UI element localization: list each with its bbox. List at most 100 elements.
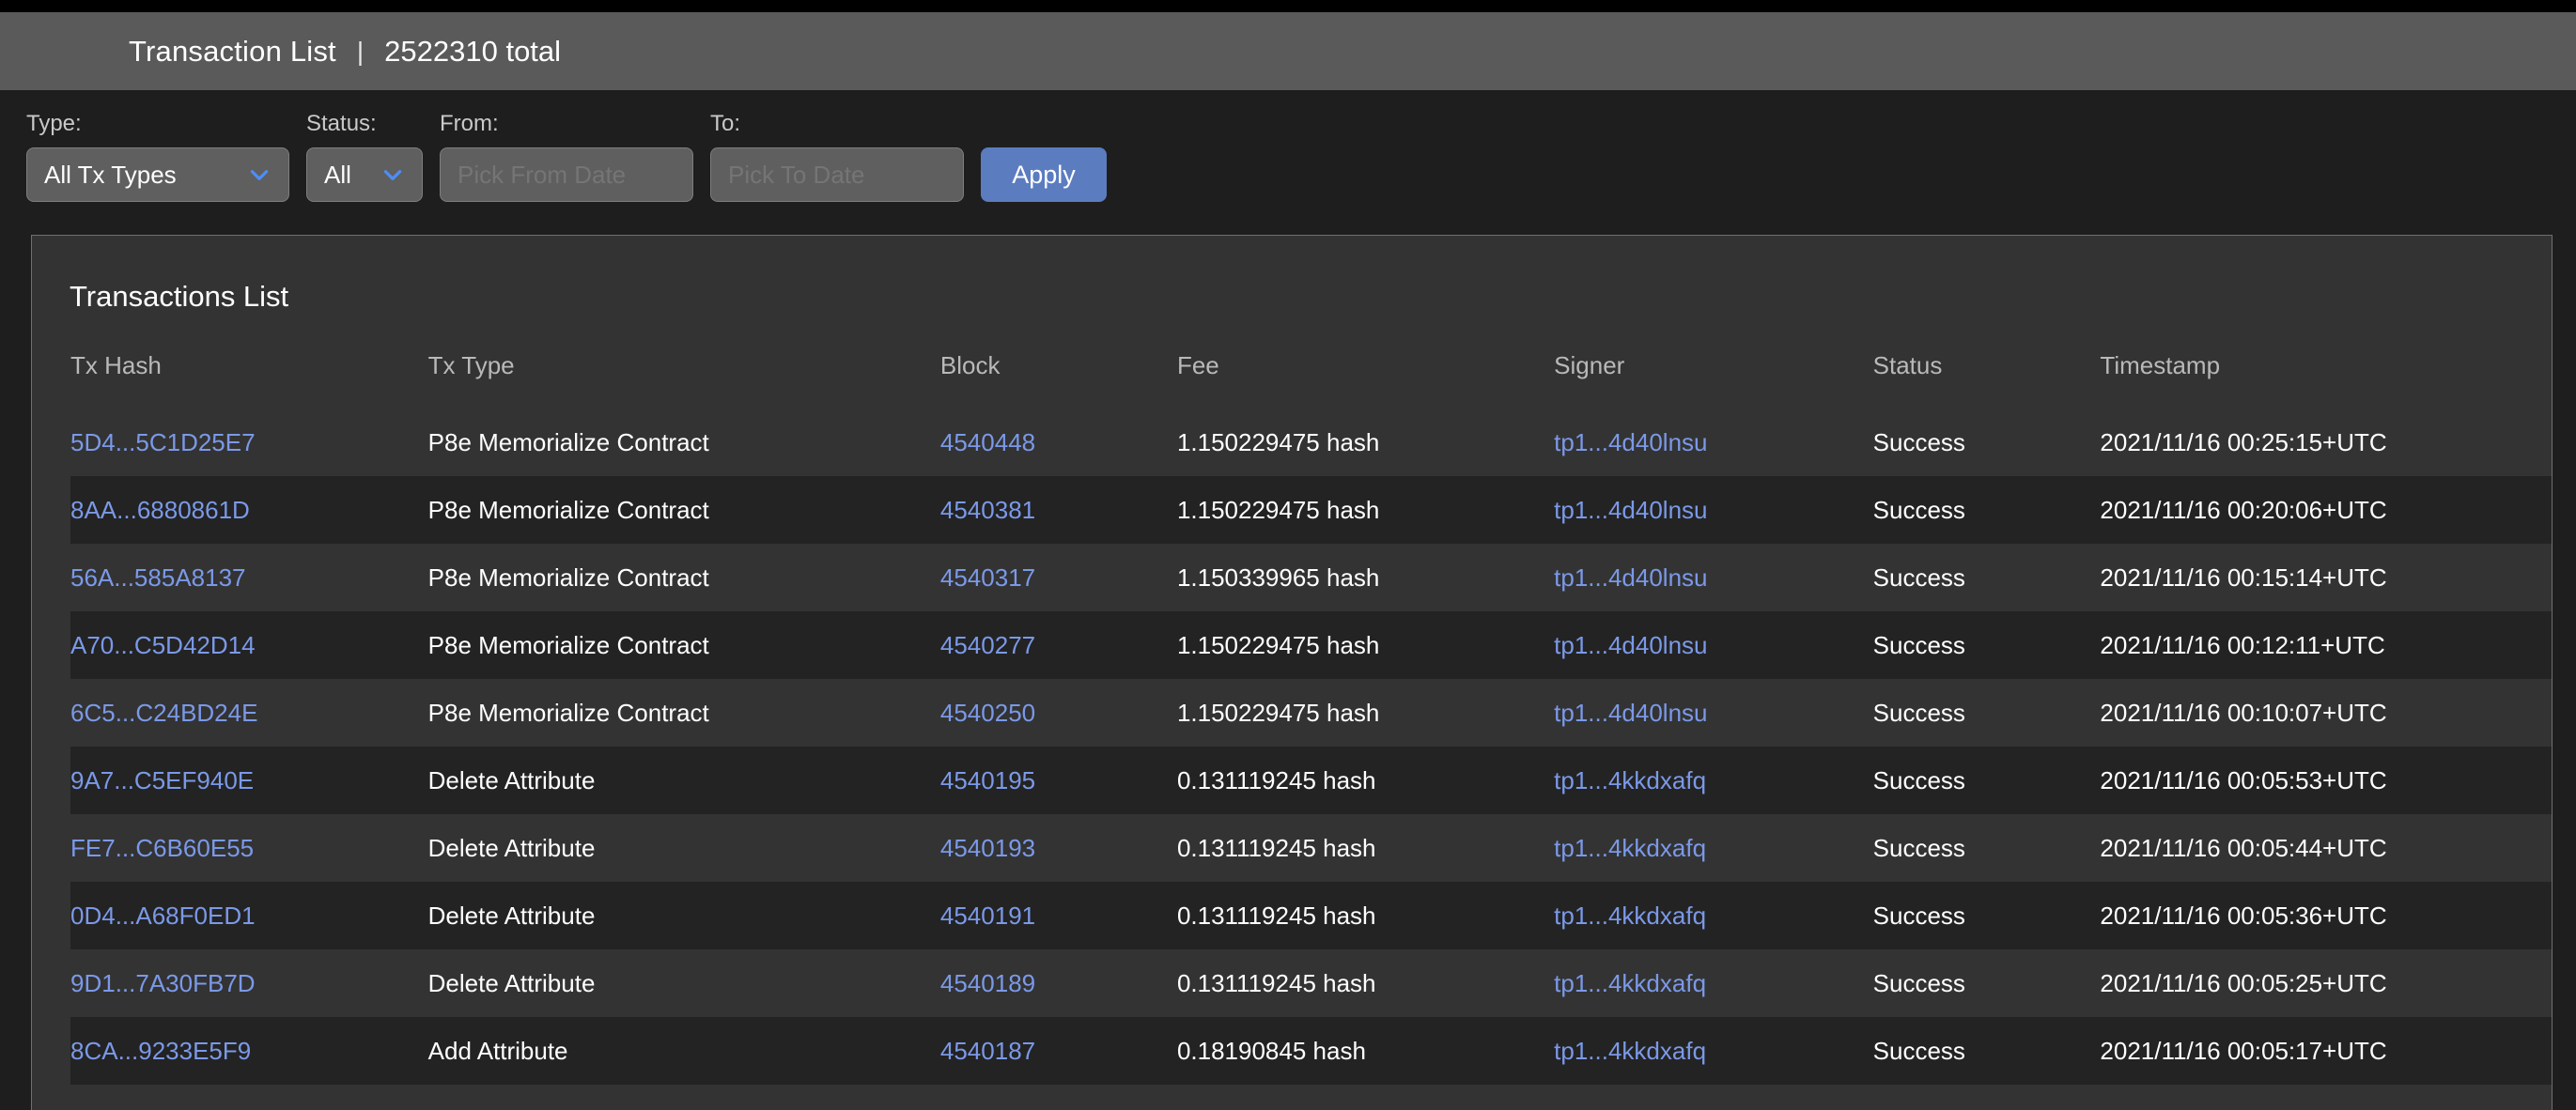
fee-cell: 0.18190845 hash	[1176, 1017, 1555, 1085]
to-date-label: To:	[710, 111, 741, 136]
window-top-strip	[0, 0, 2576, 12]
timestamp-cell: 2021/11/16 00:05:17+UTC	[2100, 1017, 2552, 1085]
filter-group-from: From:	[440, 111, 693, 202]
signer-link[interactable]: tp1...4kkdxafq	[1554, 1037, 1706, 1065]
timestamp-cell: 2021/11/16 00:05:44+UTC	[2100, 814, 2552, 882]
fee-cell: 1.150229475 hash	[1176, 476, 1555, 544]
status-cell: Success	[1872, 949, 2101, 1017]
signer-link-cell: tp1...4kkdxafq	[1554, 747, 1873, 814]
signer-link-cell: tp1...4d40lnsu	[1554, 409, 1873, 476]
tx-hash-link-cell: 6C5...C24BD24E	[70, 679, 428, 747]
filter-bar: Type: All Tx Types Status: All From: To:…	[0, 90, 2576, 224]
from-date-label: From:	[440, 111, 499, 136]
tx-type-cell: P8e Memorialize Contract	[427, 544, 940, 611]
tx-hash-link-cell: 0D4...A68F0ED1	[70, 882, 428, 949]
block-link[interactable]: 4540193	[940, 834, 1035, 862]
signer-link[interactable]: tp1...4kkdxafq	[1554, 834, 1706, 862]
fee-cell: 1.150229475 hash	[1176, 409, 1555, 476]
tx-hash-link[interactable]: 9A7...C5EF940E	[70, 766, 254, 794]
tx-type-cell: P8e Memorialize Contract	[427, 679, 940, 747]
status-cell: Success	[1872, 814, 2101, 882]
tx-hash-link-cell: A70...C5D42D14	[70, 611, 428, 679]
block-link-cell: 4540317	[939, 544, 1177, 611]
column-header-signer: Signer	[1554, 351, 1625, 379]
fee-cell: 0.131119245 hash	[1176, 949, 1555, 1017]
block-link-cell: 4540191	[939, 882, 1177, 949]
column-header-block: Block	[939, 351, 1001, 379]
signer-link-cell: tp1...4d40lnsu	[1554, 476, 1873, 544]
block-link[interactable]: 4540317	[940, 563, 1035, 592]
tx-hash-link[interactable]: 5D4...5C1D25E7	[70, 428, 256, 456]
table-header: Tx Hash Tx Type Block Fee Signer Status …	[70, 351, 2552, 409]
status-cell: Success	[1872, 476, 2101, 544]
filter-group-status: Status: All	[306, 111, 423, 202]
table-body: 5D4...5C1D25E7 P8e Memorialize Contract 45…	[70, 409, 2552, 1085]
signer-link[interactable]: tp1...4d40lnsu	[1554, 631, 1707, 659]
block-link[interactable]: 4540191	[940, 902, 1035, 930]
apply-filters-button[interactable]: Apply	[981, 147, 1107, 202]
block-link-cell: 4540187	[939, 1017, 1177, 1085]
status-cell: Success	[1872, 409, 2101, 476]
table-row: 8CA...9233E5F9 Add Attribute 4540187 0.1819…	[70, 1017, 2552, 1085]
chevron-down-icon	[380, 162, 405, 187]
column-header-fee: Fee	[1176, 351, 1219, 379]
signer-link[interactable]: tp1...4d40lnsu	[1554, 699, 1707, 727]
tx-hash-link[interactable]: A70...C5D42D14	[70, 631, 256, 659]
status-filter-value: All	[324, 160, 351, 189]
tx-hash-link[interactable]: 9D1...7A30FB7D	[70, 969, 256, 997]
table-row: 0D4...A68F0ED1 Delete Attribute 4540191 0.1…	[70, 882, 2552, 949]
tx-type-cell: P8e Memorialize Contract	[427, 611, 940, 679]
signer-link[interactable]: tp1...4kkdxafq	[1554, 766, 1706, 794]
header-separator: |	[356, 36, 365, 66]
timestamp-cell: 2021/11/16 00:20:06+UTC	[2100, 476, 2552, 544]
block-link-cell: 4540250	[939, 679, 1177, 747]
block-link-cell: 4540195	[939, 747, 1177, 814]
block-link[interactable]: 4540189	[940, 969, 1035, 997]
column-header-timestamp: Timestamp	[2100, 351, 2221, 379]
block-link-cell: 4540381	[939, 476, 1177, 544]
tx-hash-link[interactable]: 8AA...6880861D	[70, 496, 250, 524]
timestamp-cell: 2021/11/16 00:10:07+UTC	[2100, 679, 2552, 747]
tx-hash-link-cell: 8CA...9233E5F9	[70, 1017, 428, 1085]
timestamp-cell: 2021/11/16 00:05:25+UTC	[2100, 949, 2552, 1017]
tx-hash-link-cell: 9D1...7A30FB7D	[70, 949, 428, 1017]
tx-hash-link[interactable]: 6C5...C24BD24E	[70, 699, 257, 727]
signer-link[interactable]: tp1...4d40lnsu	[1554, 563, 1707, 592]
fee-cell: 0.131119245 hash	[1176, 882, 1555, 949]
block-link[interactable]: 4540250	[940, 699, 1035, 727]
tx-hash-link[interactable]: FE7...C6B60E55	[70, 834, 254, 862]
timestamp-cell: 2021/11/16 00:15:14+UTC	[2100, 544, 2552, 611]
signer-link-cell: tp1...4d40lnsu	[1554, 679, 1873, 747]
column-header-tx-type: Tx Type	[427, 351, 515, 379]
signer-link-cell: tp1...4d40lnsu	[1554, 611, 1873, 679]
tx-hash-link[interactable]: 0D4...A68F0ED1	[70, 902, 256, 930]
column-header-status: Status	[1872, 351, 1943, 379]
to-date-input[interactable]	[710, 147, 964, 202]
type-filter-select[interactable]: All Tx Types	[26, 147, 289, 202]
timestamp-cell: 2021/11/16 00:05:53+UTC	[2100, 747, 2552, 814]
signer-link[interactable]: tp1...4kkdxafq	[1554, 902, 1706, 930]
status-filter-select[interactable]: All	[306, 147, 423, 202]
type-filter-value: All Tx Types	[44, 160, 177, 189]
from-date-input[interactable]	[440, 147, 693, 202]
block-link-cell: 4540193	[939, 814, 1177, 882]
tx-hash-link[interactable]: 8CA...9233E5F9	[70, 1037, 251, 1065]
status-cell: Success	[1872, 544, 2101, 611]
signer-link[interactable]: tp1...4kkdxafq	[1554, 969, 1706, 997]
fee-cell: 1.150229475 hash	[1176, 679, 1555, 747]
block-link[interactable]: 4540277	[940, 631, 1035, 659]
tx-type-cell: Add Attribute	[427, 1017, 940, 1085]
status-cell: Success	[1872, 679, 2101, 747]
table-row: 56A...585A8137 P8e Memorialize Contract 45…	[70, 544, 2552, 611]
block-link[interactable]: 4540187	[940, 1037, 1035, 1065]
signer-link[interactable]: tp1...4d40lnsu	[1554, 496, 1707, 524]
signer-link[interactable]: tp1...4d40lnsu	[1554, 428, 1707, 456]
block-link-cell: 4540189	[939, 949, 1177, 1017]
timestamp-cell: 2021/11/16 00:05:36+UTC	[2100, 882, 2552, 949]
block-link[interactable]: 4540448	[940, 428, 1035, 456]
block-link[interactable]: 4540381	[940, 496, 1035, 524]
status-cell: Success	[1872, 611, 2101, 679]
tx-hash-link[interactable]: 56A...585A8137	[70, 563, 246, 592]
block-link[interactable]: 4540195	[940, 766, 1035, 794]
tx-type-cell: Delete Attribute	[427, 814, 940, 882]
